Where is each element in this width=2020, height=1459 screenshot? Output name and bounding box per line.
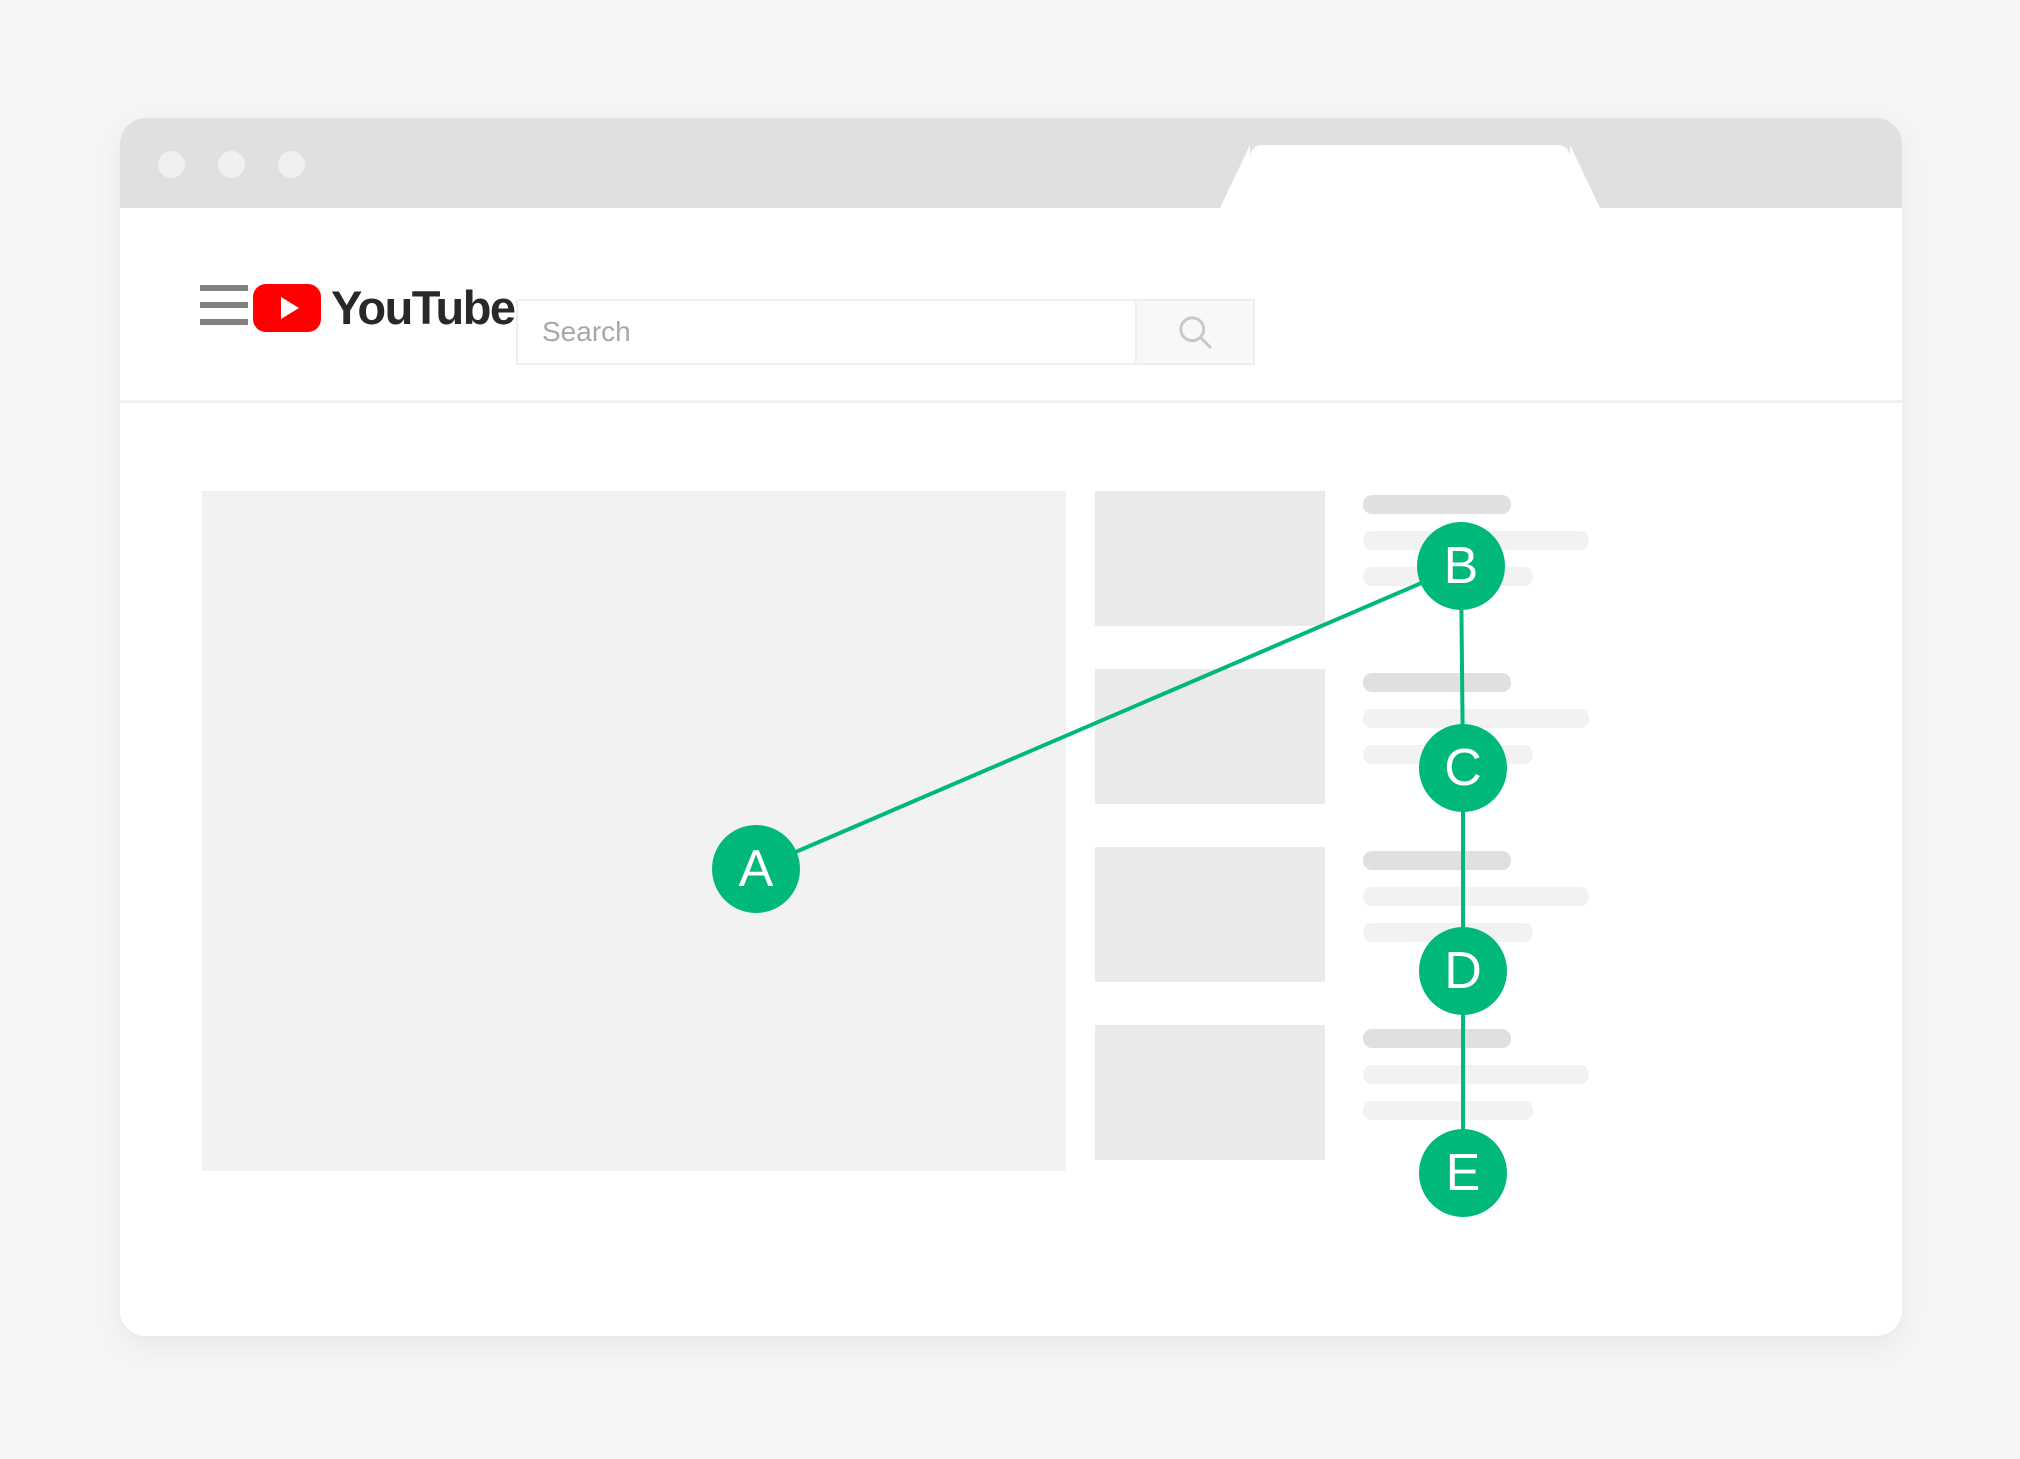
search-bar xyxy=(516,299,1255,365)
video-subtitle-placeholder xyxy=(1363,887,1589,906)
video-title-placeholder xyxy=(1363,851,1511,870)
video-subtitle-placeholder xyxy=(1363,1101,1533,1120)
play-triangle-icon xyxy=(280,296,299,319)
browser-window: YouTube xyxy=(120,118,1902,1336)
video-meta xyxy=(1363,1029,1783,1120)
video-subtitle-placeholder xyxy=(1363,1065,1589,1084)
youtube-play-icon xyxy=(253,283,321,332)
video-thumbnail[interactable] xyxy=(1095,669,1325,804)
video-thumbnail[interactable] xyxy=(1095,1025,1325,1160)
youtube-logo[interactable]: YouTube xyxy=(253,280,516,335)
window-close-button[interactable] xyxy=(158,151,185,178)
video-title-placeholder xyxy=(1363,673,1511,692)
hamburger-bar xyxy=(200,285,248,291)
graph-node-b[interactable]: B xyxy=(1417,522,1505,610)
graph-node-a[interactable]: A xyxy=(712,825,800,913)
video-player-placeholder[interactable] xyxy=(202,491,1066,1171)
video-title-placeholder xyxy=(1363,495,1511,514)
video-title-placeholder xyxy=(1363,1029,1511,1048)
youtube-wordmark: YouTube xyxy=(331,281,516,334)
browser-title-bar xyxy=(120,118,1902,208)
video-thumbnail[interactable] xyxy=(1095,847,1325,982)
graph-node-d[interactable]: D xyxy=(1419,927,1507,1015)
hamburger-bar xyxy=(200,319,248,325)
video-thumbnail[interactable] xyxy=(1095,491,1325,626)
search-icon[interactable] xyxy=(1135,301,1253,363)
graph-node-e[interactable]: E xyxy=(1419,1129,1507,1217)
search-input[interactable] xyxy=(518,301,1135,363)
hamburger-icon[interactable] xyxy=(200,285,248,325)
video-meta xyxy=(1363,851,1783,942)
window-maximize-button[interactable] xyxy=(278,151,305,178)
youtube-page-body xyxy=(120,406,1902,1336)
graph-node-c[interactable]: C xyxy=(1419,724,1507,812)
hamburger-bar xyxy=(200,302,248,308)
browser-tab[interactable] xyxy=(1220,145,1600,208)
window-minimize-button[interactable] xyxy=(218,151,245,178)
youtube-header: YouTube xyxy=(120,208,1902,403)
